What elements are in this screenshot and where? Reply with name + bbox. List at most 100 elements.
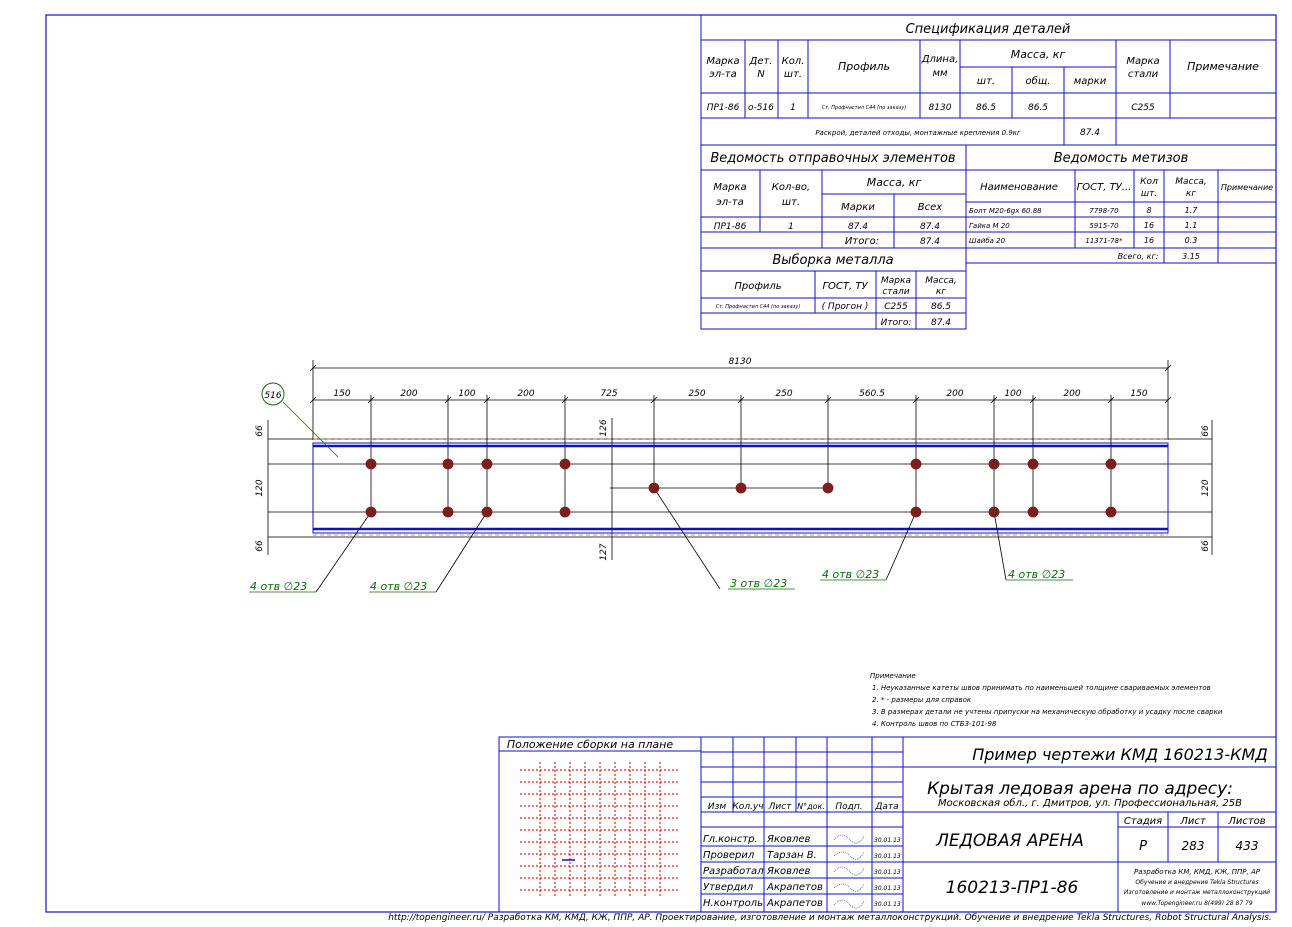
spec-head-det: Дет. bbox=[749, 56, 773, 67]
hardware-title: Ведомость метизов bbox=[1054, 151, 1189, 166]
dim-left-v: 66 bbox=[255, 540, 265, 552]
spec-table: Спецификация деталей Марка эл-та Дет. N … bbox=[700, 14, 1277, 146]
spec-head-profile: Профиль bbox=[838, 60, 890, 73]
hole-mark bbox=[1025, 458, 1041, 470]
dim-label: 560.5 bbox=[859, 389, 885, 399]
spec-row-length: 8130 bbox=[929, 103, 952, 113]
part-tag-number: 516 bbox=[264, 391, 281, 401]
shipping-row-marka: ПР1-86 bbox=[714, 222, 747, 232]
plan-grid bbox=[520, 762, 680, 898]
dim-mid-v: 126 bbox=[599, 419, 609, 436]
shipping-title: Ведомость отправочных элементов bbox=[710, 151, 955, 166]
drawing-code: 160213-ПР1-86 bbox=[946, 878, 1079, 898]
dim-label: 100 bbox=[1004, 389, 1021, 399]
notes-title: Примечание bbox=[870, 672, 916, 680]
metal-head-mass-2: кг bbox=[936, 287, 946, 297]
col-head: Кол.уч bbox=[732, 802, 763, 812]
spec-row-steel: С255 bbox=[1131, 103, 1155, 113]
spec-row-mass-obsch: 86.5 bbox=[1028, 103, 1048, 113]
dim-label: 100 bbox=[458, 389, 475, 399]
shipping-total: 87.4 bbox=[920, 237, 940, 247]
spec-row-profile: Ст. Профнастил С44 (по заказу) bbox=[822, 105, 907, 111]
project-title: Крытая ледовая арена по адресу: bbox=[927, 779, 1233, 799]
hardware-row-mass: 1.7 bbox=[1185, 206, 1199, 215]
role-label: Гл.констр. bbox=[703, 834, 758, 845]
hole-mark bbox=[648, 482, 660, 494]
spec-head-kol: Кол. bbox=[782, 56, 805, 67]
shipping-row-kol: 1 bbox=[788, 222, 794, 232]
metal-total: 87.4 bbox=[931, 318, 951, 328]
spec-extra-text: Раскрой, деталей отходы, монтажные крепл… bbox=[815, 129, 1021, 137]
shipping-table: Ведомость отправочных элементов Марка эл… bbox=[700, 144, 967, 249]
col-head: Изм bbox=[708, 802, 727, 812]
dim-left-v: 120 bbox=[255, 479, 265, 496]
shipping-head-all: Всех bbox=[918, 202, 943, 213]
hardware-head-mass-2: кг bbox=[1186, 189, 1196, 199]
hole-mark bbox=[363, 506, 379, 518]
spec-head-marka-2: эл-та bbox=[709, 69, 736, 80]
footer-line: http://topengineer.ru/ Разработка КМ, КМ… bbox=[388, 913, 1272, 923]
shipping-head-kol-2: шт. bbox=[782, 197, 800, 208]
project-address: Московская обл., г. Дмитров, ул. Професс… bbox=[938, 797, 1242, 809]
hole-callouts: 4 отв ∅23 4 отв ∅23 3 отв ∅23 4 отв ∅23 … bbox=[250, 568, 1065, 593]
sheets-label: Листов bbox=[1227, 816, 1265, 827]
dim-label: 150 bbox=[1130, 389, 1147, 399]
spec-head-mass-obsch: общ. bbox=[1026, 75, 1051, 87]
part-tag: 516 bbox=[261, 382, 285, 406]
stage-value: Р bbox=[1139, 839, 1147, 854]
spec-row-det: о-516 bbox=[748, 103, 774, 113]
hardware-head-mass: Масса, bbox=[1175, 177, 1207, 187]
metal-row-gost: ( Прогон ) bbox=[822, 302, 869, 312]
role-label: Разработал bbox=[703, 865, 764, 877]
hole-mark bbox=[1025, 506, 1041, 518]
hardware-row-name: Гайка М 20 bbox=[969, 222, 1010, 230]
role-name: Яковлев bbox=[766, 866, 811, 877]
object-name: ЛЕДОВАЯ АРЕНА bbox=[935, 831, 1084, 851]
note-item: 1. Неуказанные катеты швов принимать по … bbox=[872, 684, 1211, 692]
hole-mark bbox=[986, 506, 1002, 518]
metal-head-steel-2: стали bbox=[882, 287, 909, 297]
role-date: 30.01.13 bbox=[874, 837, 901, 844]
hardware-row-mass: 0.3 bbox=[1185, 236, 1198, 245]
role-name: Акрапетов bbox=[766, 882, 823, 893]
stage-label: Стадия bbox=[1124, 816, 1162, 827]
hole-mark bbox=[363, 458, 379, 470]
shipping-head-marka: Марка bbox=[713, 182, 746, 193]
metal-title: Выборка металла bbox=[772, 253, 893, 268]
callout-label: 4 отв ∅23 bbox=[370, 580, 427, 593]
spec-head-length: Длина, bbox=[921, 54, 959, 65]
hardware-row-name: Шайба 20 bbox=[969, 237, 1006, 245]
spec-head-note: Примечание bbox=[1187, 60, 1259, 73]
metal-head-steel: Марка bbox=[881, 276, 911, 286]
hardware-total: 3.15 bbox=[1182, 252, 1200, 261]
dim-mid-v: 127 bbox=[599, 543, 609, 560]
hardware-head-name: Наименование bbox=[980, 182, 1058, 193]
shipping-head-marki: Марки bbox=[841, 202, 875, 213]
shipping-head-marka-2: эл-та bbox=[716, 197, 743, 208]
plan-label: Положение сборки на плане bbox=[507, 738, 673, 751]
hole-mark bbox=[1103, 458, 1119, 470]
callout-label: 3 отв ∅23 bbox=[730, 577, 787, 590]
sheet-value: 283 bbox=[1182, 839, 1205, 853]
hardware-row-mass: 1.1 bbox=[1185, 221, 1198, 230]
col-head: Подп. bbox=[835, 802, 862, 812]
spec-row-mass-sht: 86.5 bbox=[976, 103, 996, 113]
hole-mark bbox=[557, 506, 573, 518]
company-line: Обучение и внедрение Tekla Structures bbox=[1135, 879, 1258, 886]
dim-label: 150 bbox=[333, 389, 350, 399]
note-item: 3. В размерах детали не учтены припуски … bbox=[872, 708, 1223, 716]
shipping-head-kol: Кол-во, bbox=[772, 182, 810, 193]
dim-overall: 8130 bbox=[729, 357, 752, 367]
hole-mark bbox=[557, 458, 573, 470]
dim-left-v: 66 bbox=[255, 425, 265, 437]
metal-head-profile: Профиль bbox=[734, 281, 781, 292]
hole-mark bbox=[822, 482, 834, 494]
hole-mark bbox=[479, 506, 495, 518]
spec-title: Спецификация деталей bbox=[906, 22, 1071, 37]
role-name: Тарзан В. bbox=[767, 850, 817, 861]
spec-extra-value: 87.4 bbox=[1080, 128, 1100, 138]
col-head: Лист bbox=[768, 802, 793, 812]
role-label: Н.контроль bbox=[703, 898, 763, 909]
sheets-value: 433 bbox=[1236, 839, 1259, 853]
hardware-row-kol: 8 bbox=[1146, 206, 1151, 215]
